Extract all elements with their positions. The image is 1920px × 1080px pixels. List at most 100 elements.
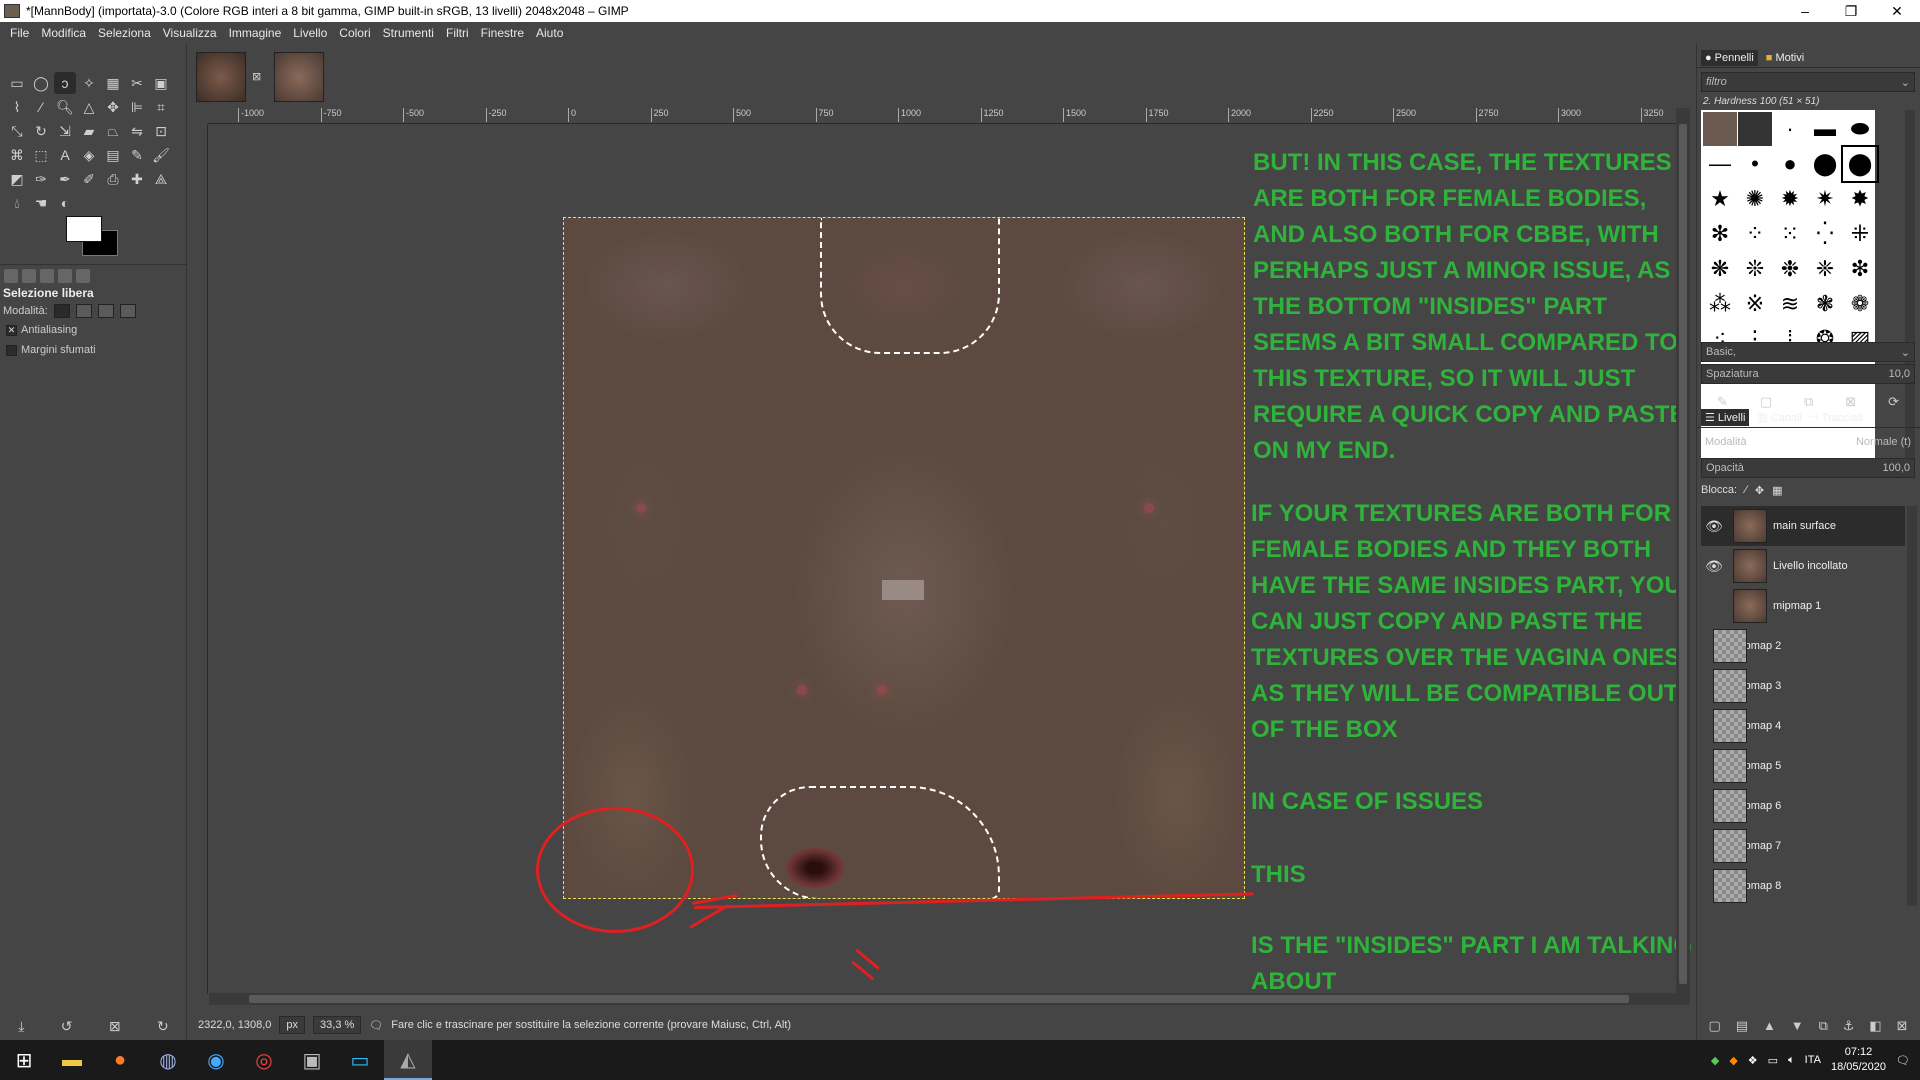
dodge-burn-tool-icon[interactable]: ◐ bbox=[54, 192, 76, 214]
scale-tool-icon[interactable]: ⇲ bbox=[54, 120, 76, 142]
clone-tool-icon[interactable]: ⎙ bbox=[102, 168, 124, 190]
feather-checkbox[interactable] bbox=[6, 344, 17, 356]
lock-position-icon[interactable]: ✥ bbox=[1755, 484, 1764, 497]
align-tool-icon[interactable]: ⊫ bbox=[126, 96, 148, 118]
tray-app-icon[interactable]: ❖ bbox=[1748, 1054, 1758, 1067]
brush-item[interactable]: • bbox=[1738, 147, 1772, 181]
brush-item[interactable]: ⁜ bbox=[1843, 217, 1877, 251]
close-button[interactable]: ✕ bbox=[1874, 0, 1920, 22]
app-icon[interactable]: ▭ bbox=[336, 1040, 384, 1080]
brush-item[interactable]: · bbox=[1773, 112, 1807, 146]
brush-item[interactable]: ⬬ bbox=[1843, 112, 1877, 146]
foreground-select-tool-icon[interactable]: ▣ bbox=[150, 72, 172, 94]
delete-layer-icon[interactable]: ⊠ bbox=[1897, 1018, 1908, 1034]
brush-item[interactable] bbox=[1703, 112, 1737, 146]
zoom-tool-icon[interactable]: 🔍︎ bbox=[54, 96, 76, 118]
crop-tool-icon[interactable]: ⌗ bbox=[150, 96, 172, 118]
smudge-tool-icon[interactable]: ☚ bbox=[30, 192, 52, 214]
menu-visualizza[interactable]: Visualizza bbox=[157, 26, 223, 40]
lock-alpha-icon[interactable]: ▦ bbox=[1772, 484, 1782, 497]
brush-item[interactable]: ⁛ bbox=[1808, 217, 1842, 251]
chevron-down-icon[interactable]: ⌄ bbox=[1901, 346, 1910, 359]
measure-tool-icon[interactable]: △ bbox=[78, 96, 100, 118]
tab-tracciati[interactable]: ⤳ Tracciati bbox=[1810, 411, 1863, 424]
color-picker-tool-icon[interactable]: ⁄ bbox=[30, 96, 52, 118]
feather-option[interactable]: Margini sfumati bbox=[6, 344, 96, 356]
layers-scrollbar[interactable] bbox=[1907, 506, 1917, 906]
spacing-slider[interactable]: Spaziatura 10,0 bbox=[1701, 364, 1915, 384]
brush-item[interactable]: ✸ bbox=[1843, 182, 1877, 216]
airbrush-tool-icon[interactable]: ✑ bbox=[30, 168, 52, 190]
brush-item[interactable]: ⁘ bbox=[1738, 217, 1772, 251]
brush-item[interactable]: ✻ bbox=[1703, 217, 1737, 251]
layer-row[interactable]: 👁︎ Livello incollato bbox=[1701, 546, 1905, 586]
paths-tool-icon[interactable]: ⌇ bbox=[6, 96, 28, 118]
firefox-icon[interactable]: ● bbox=[96, 1040, 144, 1080]
new-layer-icon[interactable]: ▢ bbox=[1708, 1018, 1720, 1034]
clock[interactable]: 07:12 18/05/2020 bbox=[1831, 1045, 1886, 1075]
ellipse-select-tool-icon[interactable]: ◯ bbox=[30, 72, 52, 94]
layer-row[interactable]: mipmap 5 bbox=[1701, 746, 1905, 786]
menu-finestre[interactable]: Finestre bbox=[475, 26, 530, 40]
menu-file[interactable]: File bbox=[4, 26, 35, 40]
brush-item[interactable]: ❋ bbox=[1703, 252, 1737, 286]
menu-seleziona[interactable]: Seleziona bbox=[92, 26, 157, 40]
layer-row[interactable]: 👁︎ main surface bbox=[1701, 506, 1905, 546]
brush-item[interactable]: ❈ bbox=[1808, 252, 1842, 286]
layer-row[interactable]: mipmap 6 bbox=[1701, 786, 1905, 826]
new-layer-group-icon[interactable]: ▤ bbox=[1736, 1018, 1748, 1034]
move-tool-icon[interactable]: ✥ bbox=[102, 96, 124, 118]
tray-app-icon[interactable]: ◆ bbox=[1711, 1054, 1719, 1067]
layer-row[interactable]: mipmap 3 bbox=[1701, 666, 1905, 706]
rect-select-tool-icon[interactable]: ▭ bbox=[6, 72, 28, 94]
mypaint-brush-tool-icon[interactable]: ✐ bbox=[78, 168, 100, 190]
antialiasing-checkbox[interactable]: ✕ bbox=[6, 324, 17, 336]
mode-subtract-button[interactable] bbox=[97, 304, 114, 318]
scrollbar-thumb[interactable] bbox=[249, 995, 1629, 1003]
brush-item[interactable]: ⬤ bbox=[1808, 147, 1842, 181]
layer-mode-select[interactable]: Normale (t) bbox=[1856, 436, 1911, 448]
restore-options-icon[interactable]: ↺ bbox=[61, 1018, 73, 1035]
cage-tool-icon[interactable]: ⊡ bbox=[150, 120, 172, 142]
tab-pennelli[interactable]: ● Pennelli bbox=[1701, 49, 1758, 66]
brush-item[interactable]: ● bbox=[1773, 147, 1807, 181]
notifications-icon[interactable]: 🗨︎ bbox=[1896, 1054, 1910, 1067]
eye-icon[interactable]: 👁︎ bbox=[1701, 518, 1727, 535]
anchor-layer-icon[interactable]: ⚓︎ bbox=[1843, 1018, 1855, 1034]
volume-icon[interactable]: 🔈︎ bbox=[1788, 1054, 1795, 1067]
body-texture-image[interactable] bbox=[563, 217, 1245, 899]
gimp-taskbar-icon[interactable]: ◭ bbox=[384, 1040, 432, 1080]
menu-colori[interactable]: Colori bbox=[333, 26, 376, 40]
app-icon[interactable]: ◍ bbox=[144, 1040, 192, 1080]
tab-canali[interactable]: ▥ Canali bbox=[1757, 411, 1802, 425]
brush-item[interactable]: ❇ bbox=[1843, 252, 1877, 286]
brush-item[interactable]: ✷ bbox=[1808, 182, 1842, 216]
pencil-tool-icon[interactable]: ✎ bbox=[126, 144, 148, 166]
bucket-fill-tool-icon[interactable]: ◈ bbox=[78, 144, 100, 166]
mode-add-button[interactable] bbox=[75, 304, 92, 318]
fonts-tab-icon[interactable] bbox=[76, 268, 90, 283]
paintbrush-tool-icon[interactable]: 🖌︎ bbox=[150, 144, 172, 166]
brush-item[interactable]: ✹ bbox=[1773, 182, 1807, 216]
start-button-icon[interactable]: ⊞ bbox=[0, 1040, 48, 1080]
brush-item[interactable]: ▬ bbox=[1808, 112, 1842, 146]
menu-aiuto[interactable]: Aiuto bbox=[530, 26, 569, 40]
tab-motivi[interactable]: ■ Motivi bbox=[1766, 52, 1804, 64]
lower-layer-icon[interactable]: ▼ bbox=[1791, 1018, 1804, 1034]
device-status-tab-icon[interactable] bbox=[58, 268, 72, 283]
brush-item[interactable]: ✺ bbox=[1738, 182, 1772, 216]
foreground-color-swatch[interactable] bbox=[66, 216, 102, 242]
brush-preset-select[interactable]: Basic, ⌄ bbox=[1701, 342, 1915, 362]
save-options-icon[interactable]: ⤓ bbox=[18, 1018, 24, 1035]
brush-item[interactable]: ⁂ bbox=[1703, 287, 1737, 321]
menu-filtri[interactable]: Filtri bbox=[440, 26, 475, 40]
chevron-down-icon[interactable]: ⌄ bbox=[1901, 76, 1910, 89]
blur-tool-icon[interactable]: 💧︎ bbox=[6, 192, 28, 214]
layer-row[interactable]: mipmap 2 bbox=[1701, 626, 1905, 666]
eraser-tool-icon[interactable]: ◩ bbox=[6, 168, 28, 190]
brush-item[interactable]: ★ bbox=[1703, 182, 1737, 216]
layer-row[interactable]: mipmap 4 bbox=[1701, 706, 1905, 746]
duplicate-layer-icon[interactable]: ⧉ bbox=[1819, 1018, 1828, 1034]
gradient-tool-icon[interactable]: ▤ bbox=[102, 144, 124, 166]
unified-transform-tool-icon[interactable]: ⤡ bbox=[6, 120, 28, 142]
